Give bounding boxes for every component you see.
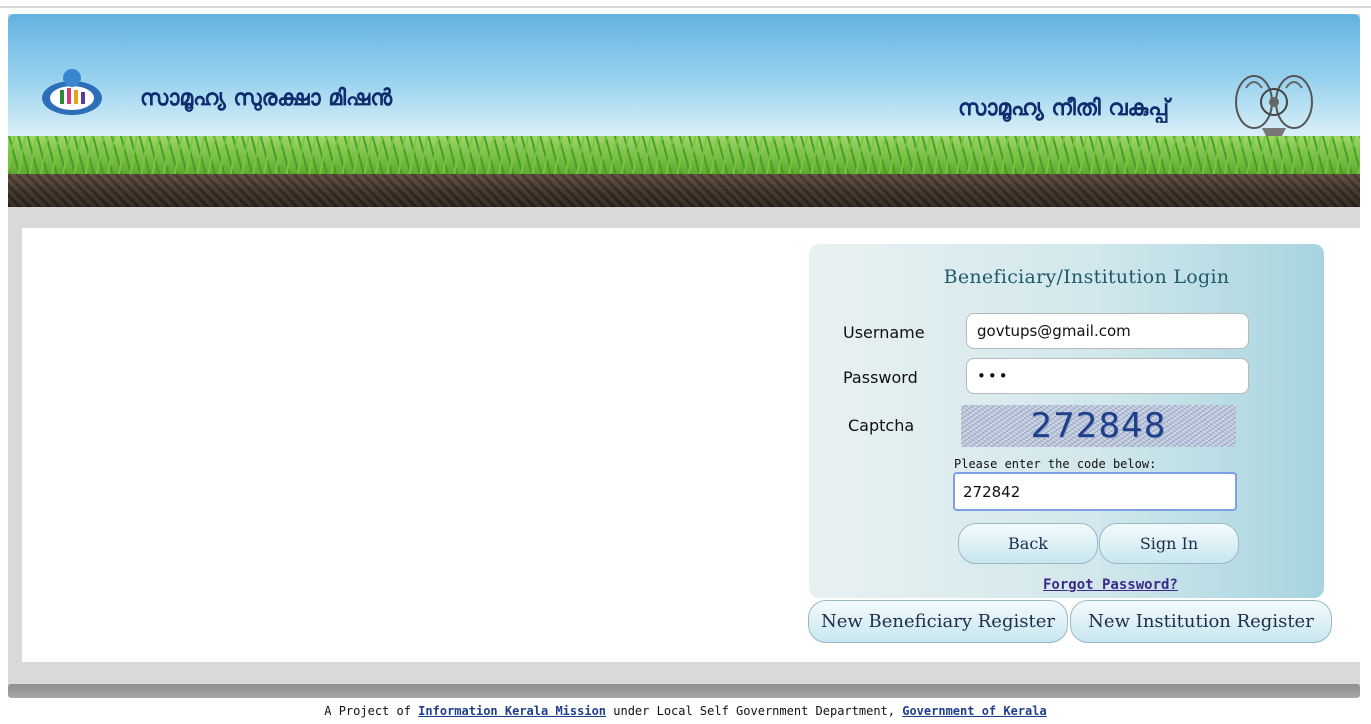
- forgot-password-link[interactable]: Forgot Password?: [1043, 577, 1178, 593]
- kerala-emblem-icon: [1235, 75, 1313, 136]
- information-kerala-mission-link[interactable]: Information Kerala Mission: [418, 704, 606, 718]
- bottom-bar: [8, 684, 1360, 698]
- mission-logo-icon: [42, 69, 102, 115]
- brand-title-right: സാമൂഹ്യ നീതി വകുപ്പ്: [958, 96, 1170, 121]
- sign-in-button[interactable]: Sign In: [1099, 523, 1239, 564]
- captcha-code-input[interactable]: 272842: [953, 472, 1237, 511]
- brand-title-left: സാമൂഹ്യ സുരക്ഷാ മിഷൻ: [140, 86, 393, 111]
- government-of-kerala-link[interactable]: Government of Kerala: [902, 704, 1047, 718]
- captcha-hint: Please enter the code below:: [954, 457, 1157, 471]
- soil-decoration: [8, 174, 1360, 207]
- footer-prefix: A Project of: [324, 704, 419, 718]
- login-title: Beneficiary/Institution Login: [943, 266, 1230, 288]
- password-label: Password: [843, 368, 918, 387]
- captcha-image-text: 272848: [1030, 406, 1167, 446]
- captcha-image: 272848: [961, 405, 1236, 447]
- back-button[interactable]: Back: [958, 523, 1098, 564]
- top-divider: [0, 6, 1371, 8]
- captcha-label: Captcha: [848, 416, 915, 435]
- username-input[interactable]: govtups@gmail.com: [966, 313, 1249, 349]
- new-beneficiary-register-button[interactable]: New Beneficiary Register: [808, 600, 1068, 643]
- username-label: Username: [843, 323, 925, 342]
- footer: A Project of Information Kerala Mission …: [0, 704, 1371, 718]
- new-institution-register-button[interactable]: New Institution Register: [1070, 600, 1332, 643]
- footer-middle: under Local Self Government Department,: [606, 704, 903, 718]
- password-input[interactable]: •••: [966, 358, 1249, 394]
